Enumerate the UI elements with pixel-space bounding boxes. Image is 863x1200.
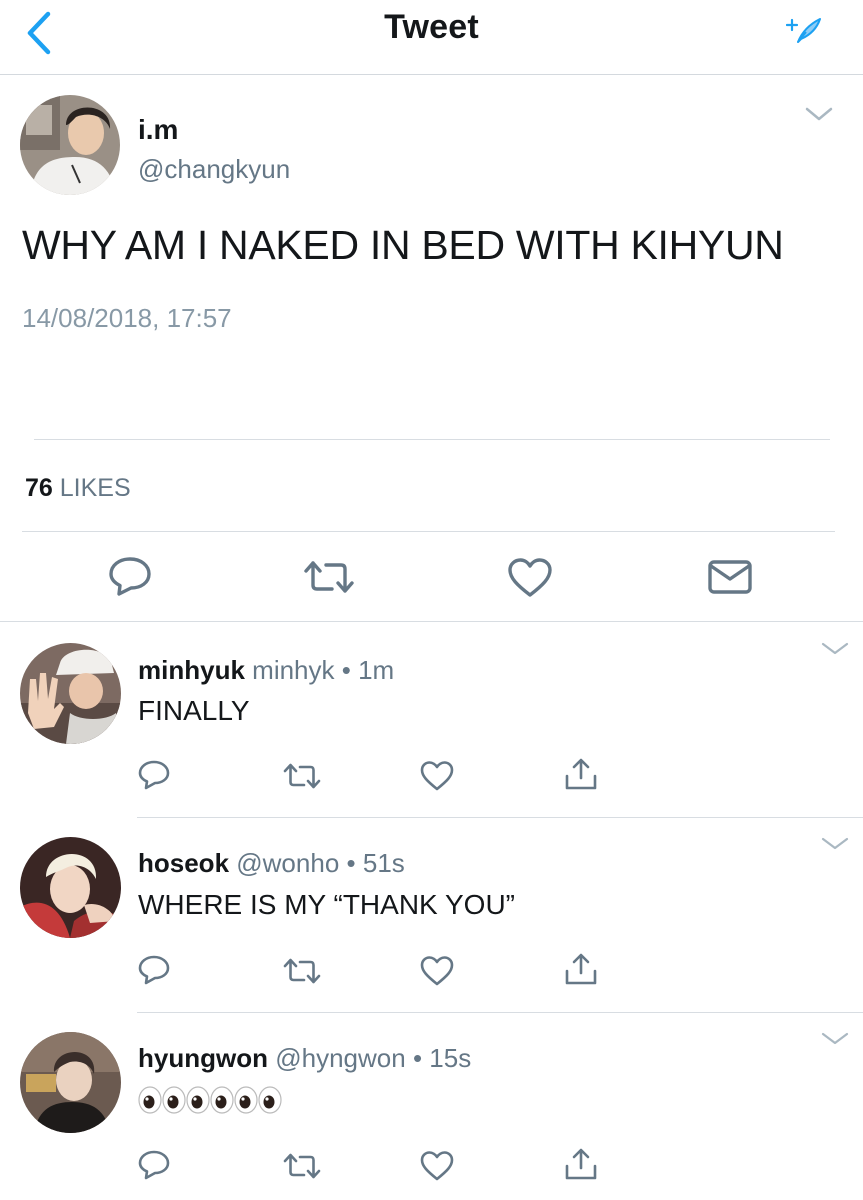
share-icon[interactable] (563, 756, 599, 797)
reply-icon[interactable] (137, 954, 171, 991)
reply-icon[interactable] (137, 1149, 171, 1186)
separator-dot: • (346, 848, 356, 878)
divider (137, 1012, 863, 1013)
page-title: Tweet (384, 8, 479, 46)
like-heart-icon[interactable] (419, 760, 455, 797)
chevron-down-icon[interactable] (820, 835, 850, 853)
tweet-text: WHY AM I NAKED IN BED WITH KIHYUN (22, 222, 784, 268)
author-handle[interactable]: @changkyun (138, 154, 290, 185)
direct-message-icon[interactable] (707, 558, 753, 601)
reply-avatar[interactable] (20, 837, 121, 938)
eyes-emoji-icon (137, 1086, 163, 1114)
chevron-down-icon[interactable] (820, 640, 850, 658)
reply-avatar[interactable] (20, 643, 121, 744)
share-icon[interactable] (563, 1146, 599, 1187)
reply-icon[interactable] (137, 759, 171, 796)
divider (34, 439, 830, 440)
author-name[interactable]: i.m (138, 114, 178, 146)
reply-time: 1m (358, 655, 395, 685)
reply-icon[interactable] (107, 556, 153, 601)
reply-name[interactable]: hoseok (138, 848, 229, 878)
reply-author[interactable]: hyungwon @hyngwon • 15s (138, 1043, 471, 1074)
reply-handle[interactable]: @hyngwon (275, 1043, 405, 1073)
like-heart-icon[interactable] (419, 955, 455, 992)
reply-time: 51s (362, 848, 405, 878)
reply-name[interactable]: hyungwon (138, 1043, 268, 1073)
chevron-down-icon[interactable] (804, 105, 834, 123)
reply-text: FINALLY (138, 695, 250, 726)
reply-handle[interactable]: @wonho (236, 848, 339, 878)
reply-text: WHERE IS MY “THANK YOU” (138, 889, 516, 920)
eyes-emoji-icon (161, 1086, 187, 1114)
author-avatar[interactable] (20, 95, 120, 195)
reply-avatar[interactable] (20, 1032, 121, 1133)
divider (137, 817, 863, 818)
eyes-emoji-icon (185, 1086, 211, 1114)
likes-number: 76 (25, 474, 53, 502)
eyes-emoji-icon (233, 1086, 259, 1114)
divider (0, 621, 863, 622)
retweet-icon[interactable] (282, 761, 322, 796)
reply-handle[interactable]: minhyk (252, 655, 334, 685)
share-icon[interactable] (563, 951, 599, 992)
reply-author[interactable]: minhyuk minhyk • 1m (138, 655, 394, 686)
separator-dot: • (341, 655, 351, 685)
divider (22, 531, 835, 532)
likes-count[interactable]: 76 LIKES (25, 474, 131, 503)
reply-author[interactable]: hoseok @wonho • 51s (138, 848, 405, 879)
retweet-icon[interactable] (282, 1151, 322, 1186)
like-heart-icon[interactable] (507, 558, 553, 603)
retweet-icon[interactable] (282, 956, 322, 991)
eyes-emoji-icon (257, 1086, 283, 1114)
chevron-down-icon[interactable] (820, 1030, 850, 1048)
reply-text: 👀👀👀 (138, 1084, 142, 1085)
reply-time: 15s (429, 1043, 472, 1073)
likes-label: LIKES (59, 474, 131, 502)
separator-dot: • (412, 1043, 423, 1073)
reply-name[interactable]: minhyuk (138, 655, 245, 685)
tweet-timestamp: 14/08/2018, 17:57 (22, 303, 232, 333)
like-heart-icon[interactable] (419, 1150, 455, 1187)
eyes-emoji-icon (209, 1086, 235, 1114)
retweet-icon[interactable] (302, 558, 356, 601)
eyes-emoji-row (137, 1086, 283, 1116)
compose-feather-icon[interactable] (785, 10, 826, 50)
nav-bar: Tweet (0, 0, 863, 75)
